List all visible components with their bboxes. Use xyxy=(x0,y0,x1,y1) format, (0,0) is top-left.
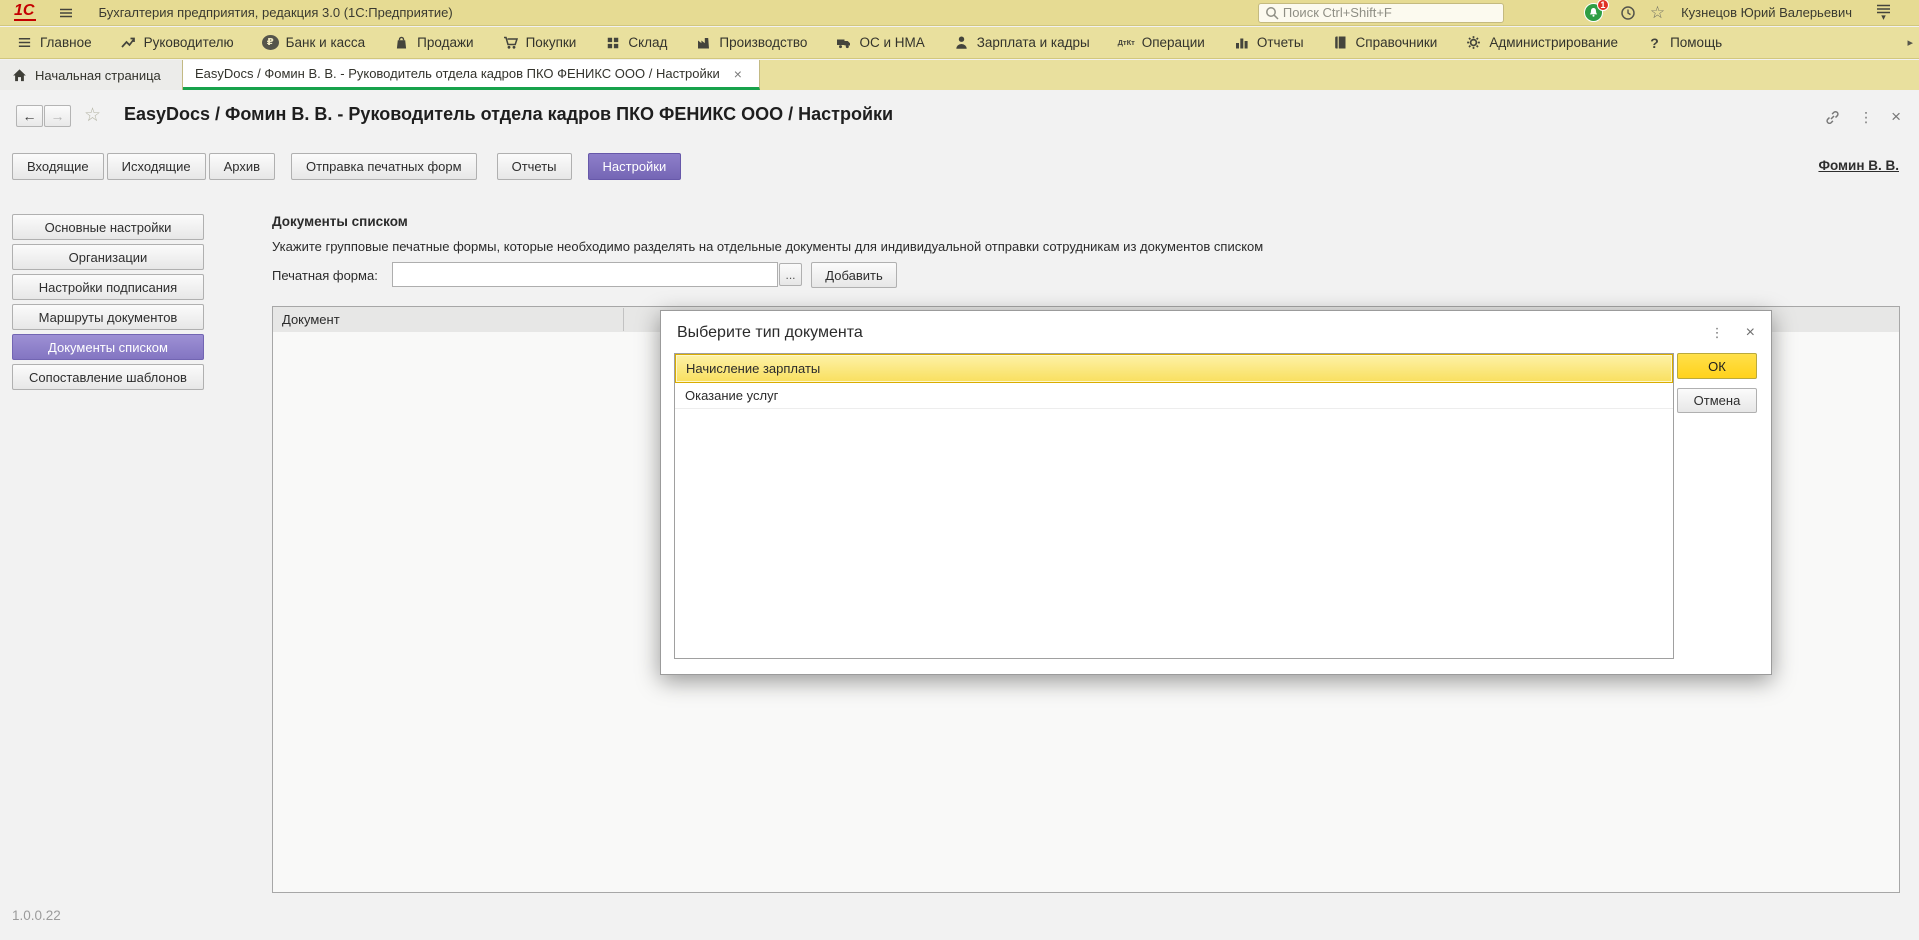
tab-label: Начальная страница xyxy=(35,68,161,83)
menu-item-rukovoditelyu[interactable]: Руководителю xyxy=(120,35,234,50)
app-title: Бухгалтерия предприятия, редакция 3.0 (1… xyxy=(98,5,452,20)
factory-icon xyxy=(695,35,712,50)
version-label: 1.0.0.22 xyxy=(12,908,61,923)
list-item-services[interactable]: Оказание услуг xyxy=(675,383,1673,409)
print-form-input[interactable] xyxy=(392,262,778,287)
cart-icon xyxy=(502,35,519,50)
sidebar-item-list-documents[interactable]: Документы списком xyxy=(12,334,204,360)
sections-panel: Главное Руководителю ₽ Банк и касса Прод… xyxy=(0,27,1919,59)
main-menu-icon[interactable] xyxy=(58,5,74,21)
current-user[interactable]: Кузнецов Юрий Валерьевич xyxy=(1681,5,1852,20)
menu-item-prodazhi[interactable]: Продажи xyxy=(393,35,473,50)
tab-outgoing-button[interactable]: Исходящие xyxy=(107,153,206,180)
menu-item-os-i-nma[interactable]: ОС и НМА xyxy=(835,35,924,50)
menu-item-otchety[interactable]: Отчеты xyxy=(1233,35,1304,50)
dialog-more-icon[interactable]: ⋮ xyxy=(1711,325,1724,341)
bar-chart-icon xyxy=(1233,35,1250,50)
search-icon xyxy=(1265,6,1279,20)
menu-overflow-arrow-icon[interactable]: ▸ xyxy=(1907,36,1913,49)
cancel-button[interactable]: Отмена xyxy=(1677,388,1757,413)
debit-credit-icon: ДтКт xyxy=(1118,39,1135,46)
menu-item-zarplata-i-kadry[interactable]: Зарплата и кадры xyxy=(953,35,1090,50)
tab-reports-button[interactable]: Отчеты xyxy=(497,153,572,180)
ruble-icon: ₽ xyxy=(262,35,279,50)
favorite-star-icon[interactable]: ☆ xyxy=(84,104,101,127)
tab-print-forms-button[interactable]: Отправка печатных форм xyxy=(291,153,477,180)
link-icon[interactable] xyxy=(1824,109,1841,126)
dialog-title: Выберите тип документа xyxy=(677,324,863,342)
choose-print-form-button[interactable]: ... xyxy=(779,263,802,286)
sidebar-item-template-mapping[interactable]: Сопоставление шаблонов xyxy=(12,364,204,390)
tab-settings-button[interactable]: Настройки xyxy=(588,153,682,180)
document-type-list: Начисление зарплаты Оказание услуг xyxy=(674,353,1674,659)
global-search[interactable] xyxy=(1258,3,1504,23)
tab-home-page[interactable]: Начальная страница xyxy=(0,60,183,90)
menu-item-sklad[interactable]: Склад xyxy=(604,35,667,50)
tab-bar: Начальная страница EasyDocs / Фомин В. В… xyxy=(0,60,1919,90)
ok-button[interactable]: ОК xyxy=(1677,353,1757,379)
user-link[interactable]: Фомин В. В. xyxy=(1818,158,1899,173)
print-form-label: Печатная форма: xyxy=(272,268,378,283)
menu-item-pokupki[interactable]: Покупки xyxy=(502,35,577,50)
sidebar-item-document-routes[interactable]: Маршруты документов xyxy=(12,304,204,330)
notifications-button[interactable]: 1 xyxy=(1584,3,1604,23)
favorites-icon[interactable]: ☆ xyxy=(1650,5,1665,21)
home-icon xyxy=(12,68,27,82)
menu-item-operacii[interactable]: ДтКт Операции xyxy=(1118,35,1205,50)
column-divider xyxy=(623,308,624,331)
history-icon[interactable] xyxy=(1620,5,1636,21)
question-icon: ? xyxy=(1646,35,1663,51)
column-header-document: Документ xyxy=(273,312,340,327)
add-button[interactable]: Добавить xyxy=(811,262,897,288)
menu-item-administrirovanie[interactable]: Администрирование xyxy=(1465,35,1618,50)
menu-item-bank-i-kassa[interactable]: ₽ Банк и касса xyxy=(262,35,366,50)
sidebar-item-organizations[interactable]: Организации xyxy=(12,244,204,270)
truck-icon xyxy=(835,35,852,50)
gear-icon xyxy=(1465,35,1482,50)
list-item-salary-accrual[interactable]: Начисление зарплаты xyxy=(675,354,1673,383)
bag-icon xyxy=(393,35,410,50)
grid-icon xyxy=(604,36,621,50)
content-heading: Документы списком xyxy=(272,214,408,229)
back-button[interactable]: ← xyxy=(16,105,43,127)
tab-archive-button[interactable]: Архив xyxy=(209,153,275,180)
page-title: EasyDocs / Фомин В. В. - Руководитель от… xyxy=(124,104,893,125)
trend-chart-icon xyxy=(120,35,137,50)
content-description: Укажите групповые печатные формы, которы… xyxy=(272,239,1263,254)
menu-item-spravochniki[interactable]: Справочники xyxy=(1332,35,1438,50)
tab-easydocs-settings[interactable]: EasyDocs / Фомин В. В. - Руководитель от… xyxy=(183,60,760,90)
search-input[interactable] xyxy=(1283,5,1497,20)
1c-logo: 1С xyxy=(14,4,36,21)
menu-item-proizvodstvo[interactable]: Производство xyxy=(695,35,807,50)
person-icon xyxy=(953,35,970,50)
sidebar-item-main-settings[interactable]: Основные настройки xyxy=(12,214,204,240)
tab-close-icon[interactable]: × xyxy=(734,66,742,82)
notification-badge: 1 xyxy=(1597,0,1609,11)
sidebar-item-signing-settings[interactable]: Настройки подписания xyxy=(12,274,204,300)
dialog-close-icon[interactable]: × xyxy=(1746,324,1755,342)
forward-button[interactable]: → xyxy=(44,105,71,127)
book-icon xyxy=(1332,35,1349,50)
tab-label: EasyDocs / Фомин В. В. - Руководитель от… xyxy=(195,66,720,81)
close-page-icon[interactable]: × xyxy=(1891,107,1901,127)
section-buttons: Входящие Исходящие Архив Отправка печатн… xyxy=(12,153,681,180)
titlebar-menu-icon[interactable]: ▾ xyxy=(1876,4,1891,21)
menu-item-pomosch[interactable]: ? Помощь xyxy=(1646,35,1722,51)
more-icon[interactable]: ⋮ xyxy=(1859,109,1873,126)
sections-icon xyxy=(16,35,33,50)
menu-item-glavnoe[interactable]: Главное xyxy=(16,35,92,50)
choose-document-type-dialog: Выберите тип документа ⋮ × Начисление за… xyxy=(660,310,1772,675)
title-bar: 1С Бухгалтерия предприятия, редакция 3.0… xyxy=(0,0,1919,26)
tab-incoming-button[interactable]: Входящие xyxy=(12,153,104,180)
settings-sidebar: Основные настройки Организации Настройки… xyxy=(12,214,204,390)
